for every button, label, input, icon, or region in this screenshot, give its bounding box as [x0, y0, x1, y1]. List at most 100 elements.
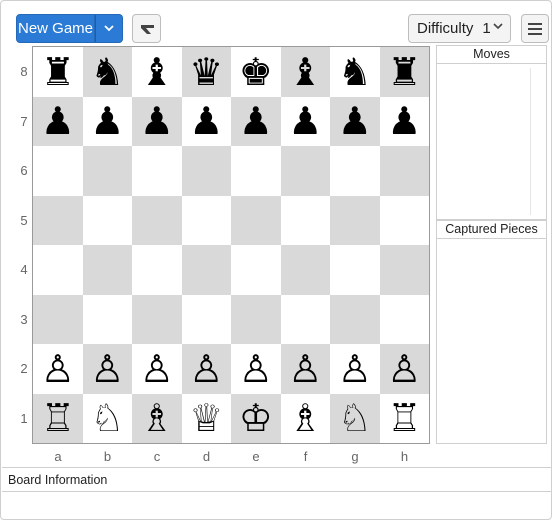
- square-b3[interactable]: [82, 294, 132, 344]
- white-queen-piece[interactable]: ♕: [189, 399, 223, 437]
- white-king-piece[interactable]: ♔: [239, 399, 273, 437]
- square-b6[interactable]: [82, 146, 132, 196]
- square-f7[interactable]: ♟: [280, 96, 330, 146]
- square-g5[interactable]: [330, 195, 380, 245]
- undo-move-button[interactable]: [132, 14, 161, 43]
- square-h2[interactable]: ♙: [379, 344, 429, 394]
- square-e5[interactable]: [231, 195, 281, 245]
- black-rook-piece[interactable]: ♜: [41, 53, 75, 91]
- white-pawn-piece[interactable]: ♙: [90, 350, 124, 388]
- square-g1[interactable]: ♘: [330, 393, 380, 443]
- square-b4[interactable]: [82, 245, 132, 295]
- square-a7[interactable]: ♟: [33, 96, 83, 146]
- square-b7[interactable]: ♟: [82, 96, 132, 146]
- square-d2[interactable]: ♙: [181, 344, 231, 394]
- white-bishop-piece[interactable]: ♗: [140, 399, 174, 437]
- black-queen-piece[interactable]: ♛: [189, 53, 223, 91]
- square-d3[interactable]: [181, 294, 231, 344]
- white-pawn-piece[interactable]: ♙: [41, 350, 75, 388]
- square-b5[interactable]: [82, 195, 132, 245]
- square-g2[interactable]: ♙: [330, 344, 380, 394]
- square-f2[interactable]: ♙: [280, 344, 330, 394]
- square-f1[interactable]: ♗: [280, 393, 330, 443]
- square-e7[interactable]: ♟: [231, 96, 281, 146]
- square-g3[interactable]: [330, 294, 380, 344]
- black-rook-piece[interactable]: ♜: [387, 53, 421, 91]
- black-pawn-piece[interactable]: ♟: [41, 102, 75, 140]
- square-e8[interactable]: ♚: [231, 47, 281, 97]
- black-pawn-piece[interactable]: ♟: [140, 102, 174, 140]
- black-bishop-piece[interactable]: ♝: [288, 53, 322, 91]
- black-pawn-piece[interactable]: ♟: [288, 102, 322, 140]
- square-g6[interactable]: [330, 146, 380, 196]
- black-pawn-piece[interactable]: ♟: [239, 102, 273, 140]
- black-bishop-piece[interactable]: ♝: [140, 53, 174, 91]
- square-c6[interactable]: [132, 146, 182, 196]
- square-e1[interactable]: ♔: [231, 393, 281, 443]
- black-pawn-piece[interactable]: ♟: [387, 102, 421, 140]
- square-e3[interactable]: [231, 294, 281, 344]
- square-d7[interactable]: ♟: [181, 96, 231, 146]
- square-d1[interactable]: ♕: [181, 393, 231, 443]
- square-a2[interactable]: ♙: [33, 344, 83, 394]
- square-f8[interactable]: ♝: [280, 47, 330, 97]
- square-e6[interactable]: [231, 146, 281, 196]
- black-king-piece[interactable]: ♚: [239, 53, 273, 91]
- new-game-options-button[interactable]: [95, 14, 123, 43]
- square-a1[interactable]: ♖: [33, 393, 83, 443]
- chess-board[interactable]: ♜ ♞ ♝ ♛ ♚ ♝ ♞ ♜ ♟ ♟ ♟ ♟ ♟ ♟ ♟ ♟ ♙ ♙ ♙ ♙ ♙ ♙ ♙ ♙ ♖ ♘ ♗ ♕ ♔ ♗ ♘ ♖: [32, 46, 430, 444]
- white-rook-piece[interactable]: ♖: [41, 399, 75, 437]
- square-a5[interactable]: [33, 195, 83, 245]
- square-g4[interactable]: [330, 245, 380, 295]
- square-h6[interactable]: [379, 146, 429, 196]
- square-g7[interactable]: ♟: [330, 96, 380, 146]
- square-h1[interactable]: ♖: [379, 393, 429, 443]
- square-f3[interactable]: [280, 294, 330, 344]
- square-g8[interactable]: ♞: [330, 47, 380, 97]
- black-pawn-piece[interactable]: ♟: [338, 102, 372, 140]
- square-e4[interactable]: [231, 245, 281, 295]
- square-h8[interactable]: ♜: [379, 47, 429, 97]
- square-h3[interactable]: [379, 294, 429, 344]
- square-f5[interactable]: [280, 195, 330, 245]
- square-c8[interactable]: ♝: [132, 47, 182, 97]
- black-pawn-piece[interactable]: ♟: [189, 102, 223, 140]
- black-knight-piece[interactable]: ♞: [90, 53, 124, 91]
- menu-button[interactable]: [521, 14, 549, 43]
- square-c3[interactable]: [132, 294, 182, 344]
- square-d6[interactable]: [181, 146, 231, 196]
- white-pawn-piece[interactable]: ♙: [189, 350, 223, 388]
- black-knight-piece[interactable]: ♞: [338, 53, 372, 91]
- moves-scrollbar[interactable]: [530, 68, 544, 215]
- white-knight-piece[interactable]: ♘: [338, 399, 372, 437]
- square-b2[interactable]: ♙: [82, 344, 132, 394]
- white-pawn-piece[interactable]: ♙: [288, 350, 322, 388]
- square-h4[interactable]: [379, 245, 429, 295]
- white-pawn-piece[interactable]: ♙: [140, 350, 174, 388]
- square-a8[interactable]: ♜: [33, 47, 83, 97]
- square-h7[interactable]: ♟: [379, 96, 429, 146]
- square-e2[interactable]: ♙: [231, 344, 281, 394]
- white-knight-piece[interactable]: ♘: [90, 399, 124, 437]
- square-d8[interactable]: ♛: [181, 47, 231, 97]
- square-f4[interactable]: [280, 245, 330, 295]
- square-f6[interactable]: [280, 146, 330, 196]
- square-c4[interactable]: [132, 245, 182, 295]
- square-a4[interactable]: [33, 245, 83, 295]
- square-c2[interactable]: ♙: [132, 344, 182, 394]
- white-pawn-piece[interactable]: ♙: [387, 350, 421, 388]
- difficulty-select[interactable]: Difficulty 1: [408, 14, 511, 43]
- square-c7[interactable]: ♟: [132, 96, 182, 146]
- square-d4[interactable]: [181, 245, 231, 295]
- new-game-button[interactable]: New Game: [16, 14, 95, 43]
- square-d5[interactable]: [181, 195, 231, 245]
- white-pawn-piece[interactable]: ♙: [338, 350, 372, 388]
- square-c1[interactable]: ♗: [132, 393, 182, 443]
- white-rook-piece[interactable]: ♖: [387, 399, 421, 437]
- square-a3[interactable]: [33, 294, 83, 344]
- black-pawn-piece[interactable]: ♟: [90, 102, 124, 140]
- square-a6[interactable]: [33, 146, 83, 196]
- square-c5[interactable]: [132, 195, 182, 245]
- square-b1[interactable]: ♘: [82, 393, 132, 443]
- square-h5[interactable]: [379, 195, 429, 245]
